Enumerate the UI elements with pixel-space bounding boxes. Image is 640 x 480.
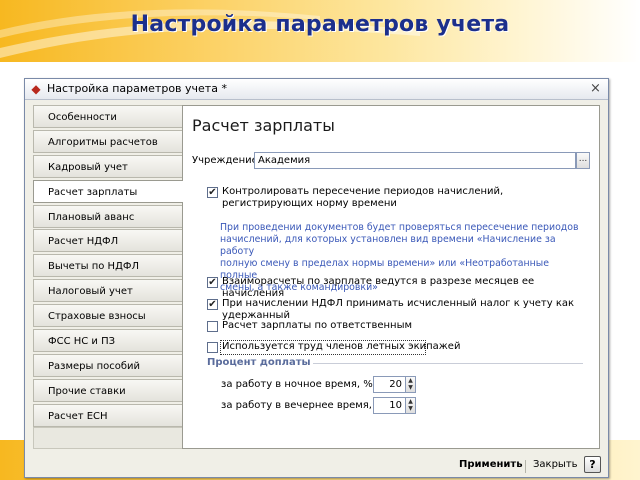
- flight-crew-label: Используется труд членов летных экипажей: [222, 341, 461, 352]
- tab-payroll[interactable]: Расчет зарплаты: [33, 179, 183, 203]
- window-footer: Применить Закрыть ?: [25, 451, 608, 477]
- window-title: Настройка параметров учета *: [47, 82, 227, 95]
- note-line: начислений, для которых установлен вид в…: [220, 234, 556, 257]
- tab-tax[interactable]: Налоговый учет: [33, 279, 182, 303]
- org-label: Учреждение:: [192, 155, 262, 166]
- tab-other-rates[interactable]: Прочие ставки: [33, 378, 182, 402]
- flight-crew-checkbox[interactable]: [207, 342, 218, 353]
- control-overlap-checkbox[interactable]: ✔: [207, 187, 218, 198]
- close-icon[interactable]: ×: [588, 81, 603, 96]
- close-button[interactable]: Закрыть: [533, 459, 578, 470]
- section-divider: [313, 363, 583, 364]
- tab-benefits[interactable]: Размеры пособий: [33, 353, 182, 377]
- responsible-checkbox[interactable]: [207, 321, 218, 332]
- responsible-label: Расчет зарплаты по ответственным: [222, 320, 413, 331]
- help-button[interactable]: ?: [584, 456, 601, 473]
- payroll-panel: Расчет зарплаты Учреждение: Академия ...…: [182, 105, 600, 449]
- monthly-settlement-label: Взаиморасчеты по зарплате ведутся в разр…: [222, 276, 535, 299]
- ndfl-withheld-checkbox[interactable]: ✔: [207, 299, 218, 310]
- apply-button[interactable]: Применить: [459, 459, 523, 470]
- slide-title: Настройка параметров учета: [130, 12, 510, 37]
- evening-rate-input[interactable]: 10: [373, 397, 406, 414]
- tabs-filler: [33, 427, 182, 449]
- settings-window: ◆ Настройка параметров учета * × Особенн…: [24, 78, 609, 478]
- control-overlap-label-2: регистрирующих норму времени: [222, 198, 397, 209]
- tab-list: Особенности учреждения Алгоритмы расчето…: [33, 105, 183, 429]
- app-icon: ◆: [31, 82, 41, 96]
- tab-ndfl-deductions[interactable]: Вычеты по НДФЛ: [33, 254, 182, 278]
- tab-esn[interactable]: Расчет ЕСН: [33, 403, 182, 427]
- tab-advance[interactable]: Плановый аванс: [33, 204, 182, 228]
- evening-rate-spinner[interactable]: ▲ ▼: [406, 397, 416, 414]
- panel-title: Расчет зарплаты: [192, 116, 335, 135]
- footer-divider: [525, 460, 526, 473]
- night-rate-input[interactable]: 20: [373, 376, 406, 393]
- night-rate-label: за работу в ночное время, %:: [221, 379, 377, 390]
- org-input[interactable]: Академия: [254, 152, 576, 169]
- surcharge-section-title: Процент доплаты: [207, 357, 311, 368]
- tab-fss[interactable]: ФСС НС и ПЗ: [33, 329, 182, 353]
- night-rate-spinner[interactable]: ▲ ▼: [406, 376, 416, 393]
- tab-insurance[interactable]: Страховые взносы: [33, 304, 182, 328]
- window-titlebar: ◆ Настройка параметров учета * ×: [25, 79, 608, 100]
- ndfl-withheld-label: При начислении НДФЛ принимать исчисленны…: [222, 298, 575, 321]
- org-select-button[interactable]: ...: [576, 152, 590, 169]
- evening-rate-label: за работу в вечернее время, %:: [221, 400, 389, 411]
- monthly-settlement-checkbox[interactable]: ✔: [207, 277, 218, 288]
- tab-features[interactable]: Особенности учреждения: [33, 105, 182, 146]
- tab-hr[interactable]: Кадровый учет: [33, 154, 182, 178]
- tab-ndfl-calc[interactable]: Расчет НДФЛ: [33, 229, 182, 253]
- control-overlap-label-1: Контролировать пересечение периодов начи…: [222, 186, 504, 197]
- note-line: При проведении документов будет проверят…: [220, 222, 579, 233]
- tab-algorithms[interactable]: Алгоритмы расчетов: [33, 129, 182, 153]
